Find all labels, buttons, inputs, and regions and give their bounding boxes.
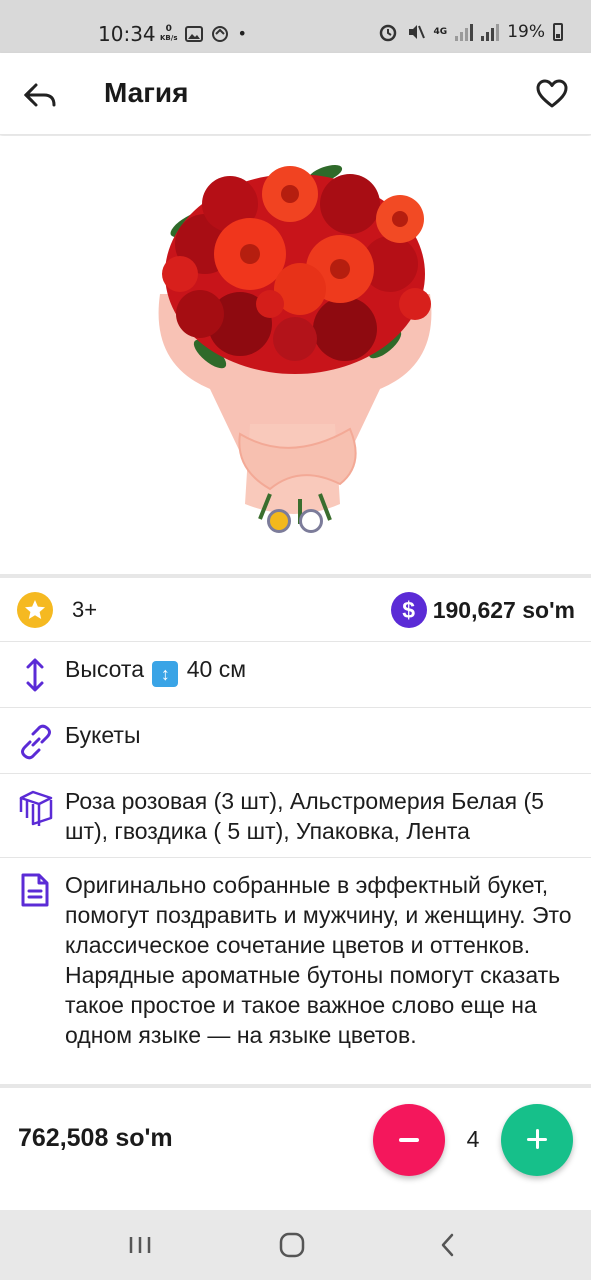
status-right-icons: 4G 19% [378, 22, 563, 42]
alarm-icon [379, 24, 396, 42]
rating-price-row: 3+ $ 190,627 so'm [0, 578, 591, 642]
battery-icon [553, 23, 563, 41]
total-price: 762,508 so'm [18, 1124, 173, 1152]
category-row: Букеты [0, 708, 591, 774]
composition-text: Роза розовая (3 шт), Альстромерия Белая … [65, 788, 544, 844]
back-arrow-icon [23, 83, 56, 107]
composition-row: Роза розовая (3 шт), Альстромерия Белая … [0, 774, 591, 858]
chevron-left-icon [441, 1233, 454, 1257]
carousel-indicator [267, 509, 323, 533]
system-nav-bar [0, 1210, 591, 1280]
notification-dot-icon: • [237, 24, 247, 43]
back-button[interactable] [22, 77, 58, 113]
favorite-button[interactable] [535, 77, 569, 111]
red-bouquet-image [158, 164, 432, 524]
signal-bars-1-icon [455, 23, 474, 41]
decrease-quantity-button[interactable] [373, 1104, 445, 1176]
status-time: 10:34 [98, 22, 156, 46]
height-info: Высота ↕ 40 см [65, 654, 246, 687]
height-row: Высота ↕ 40 см [0, 642, 591, 708]
cart-bar: 762,508 so'm 4 [0, 1084, 591, 1210]
description-row: Оригинально собранные в эффектный букет,… [0, 858, 591, 1080]
recent-apps-icon [129, 1237, 151, 1253]
description-text: Оригинально собранные в эффектный букет,… [65, 872, 572, 1048]
page-title: Магия [104, 77, 189, 108]
height-label: Высота [65, 656, 144, 682]
carousel-dot-1[interactable] [267, 509, 291, 533]
category-value: Букеты [65, 722, 141, 748]
network-type: 4G [433, 26, 448, 37]
signal-bars-2-icon [481, 23, 500, 41]
unit-price: $ 190,627 so'm [390, 592, 575, 628]
system-back-button[interactable] [428, 1228, 468, 1262]
product-gallery[interactable] [0, 136, 591, 576]
status-bar: 10:34 0 KB/s • 4G 19% [0, 0, 591, 53]
home-button[interactable] [272, 1228, 312, 1262]
layers-icon [19, 790, 53, 826]
price-value: 190,627 so'm [432, 596, 575, 623]
data-saver-icon [212, 25, 229, 42]
star-icon [17, 592, 53, 628]
carousel-dot-2[interactable] [299, 509, 323, 533]
mute-icon [408, 25, 425, 39]
up-down-arrow-emoji-icon: ↕ [152, 661, 179, 687]
status-left-icons: 0 KB/s • [160, 24, 247, 43]
recent-apps-button[interactable] [120, 1228, 160, 1262]
battery-percent: 19% [507, 22, 545, 42]
document-icon [21, 873, 49, 907]
home-icon [279, 1232, 305, 1258]
heart-icon [536, 79, 568, 108]
rating-value: 3+ [72, 597, 98, 622]
height-value: 40 см [186, 656, 247, 682]
height-arrows-icon [26, 658, 44, 692]
quantity-value: 4 [466, 1126, 480, 1152]
app-bar: Магия [0, 53, 591, 135]
increase-quantity-button[interactable] [501, 1104, 573, 1176]
gallery-icon [185, 25, 204, 42]
dollar-icon: $ [390, 592, 427, 628]
link-icon [21, 724, 51, 760]
net-speed-indicator: 0 KB/s [160, 23, 178, 42]
